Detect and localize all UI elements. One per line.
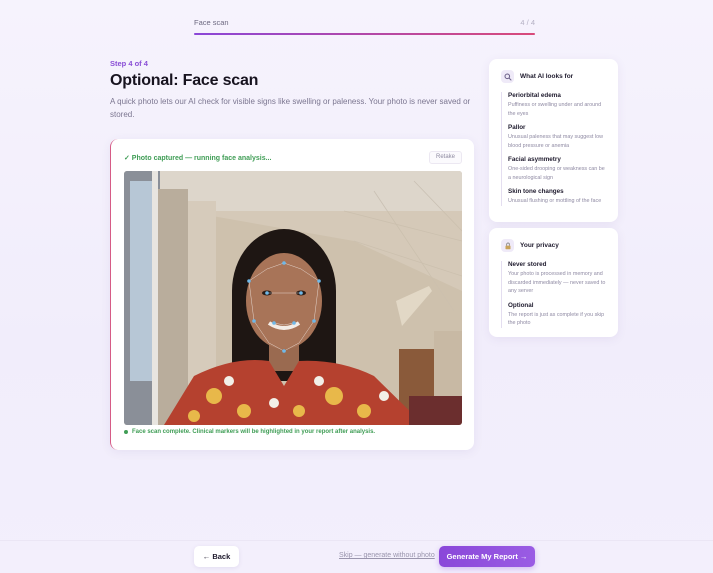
list-item-title: Pallor bbox=[508, 124, 526, 131]
ai-card-list: Periorbital edema Puffiness or swelling … bbox=[501, 92, 606, 206]
generate-report-button[interactable]: Generate My Report → bbox=[439, 546, 535, 567]
ai-info-card: What AI looks for Periorbital edema Puff… bbox=[489, 59, 618, 222]
face-photo-illustration bbox=[124, 171, 462, 425]
list-item-desc: Unusual paleness that may suggest low bl… bbox=[508, 134, 603, 149]
capture-footer-text: Face scan complete. Clinical markers wil… bbox=[132, 429, 376, 435]
list-item: Pallor Unusual paleness that may suggest… bbox=[508, 124, 606, 150]
list-item-desc: Your photo is processed in memory and di… bbox=[508, 271, 606, 294]
list-item: Periorbital edema Puffiness or swelling … bbox=[508, 92, 606, 118]
progress-count: 4 / 4 bbox=[520, 18, 535, 27]
progress-label: Face scan bbox=[194, 18, 229, 27]
list-item-title: Facial asymmetry bbox=[508, 156, 561, 163]
list-item-desc: Puffiness or swelling under and around t… bbox=[508, 102, 602, 117]
skip-link[interactable]: Skip — generate without photo bbox=[339, 552, 435, 559]
search-icon bbox=[501, 70, 514, 83]
list-item: Skin tone changes Unusual flushing or mo… bbox=[508, 188, 606, 206]
ai-card-title: What AI looks for bbox=[520, 73, 574, 80]
list-item-desc: Unusual flushing or mottling of the face bbox=[508, 198, 602, 204]
capture-card: ✓ Photo captured — running face analysis… bbox=[110, 139, 474, 450]
list-item-title: Optional bbox=[508, 301, 534, 309]
page-title: Optional: Face scan bbox=[110, 72, 259, 89]
capture-status: ✓ Photo captured — running face analysis… bbox=[124, 155, 272, 162]
back-button[interactable]: ← Back bbox=[194, 546, 239, 567]
progress-track bbox=[194, 33, 535, 35]
captured-photo bbox=[124, 171, 462, 425]
status-dot-icon bbox=[124, 430, 128, 434]
privacy-card: Your privacy Never stored Your photo is … bbox=[489, 228, 618, 337]
page-subtitle: A quick photo lets our AI check for visi… bbox=[110, 97, 471, 119]
lock-icon bbox=[501, 239, 514, 252]
list-item: Facial asymmetry One-sided drooping or w… bbox=[508, 156, 606, 182]
privacy-card-title: Your privacy bbox=[520, 242, 559, 249]
list-item-title: Skin tone changes bbox=[508, 188, 564, 195]
list-item: Never stored Your photo is processed in … bbox=[508, 261, 606, 296]
capture-footer: Face scan complete. Clinical markers wil… bbox=[124, 429, 375, 435]
list-item-title: Periorbital edema bbox=[508, 92, 561, 99]
retake-button[interactable]: Retake bbox=[428, 151, 462, 164]
list-item: Optional The report is just as complete … bbox=[508, 302, 606, 328]
progress-bar: Face scan 4 / 4 bbox=[194, 18, 535, 35]
list-item-title: Never stored bbox=[508, 261, 547, 268]
privacy-card-list: Never stored Your photo is processed in … bbox=[501, 261, 606, 328]
step-label: Step 4 of 4 bbox=[110, 59, 148, 68]
list-item-desc: The report is just as complete if you sk… bbox=[508, 311, 605, 327]
progress-fill bbox=[194, 33, 535, 35]
list-item-desc: One-sided drooping or weakness can be a … bbox=[508, 166, 605, 181]
